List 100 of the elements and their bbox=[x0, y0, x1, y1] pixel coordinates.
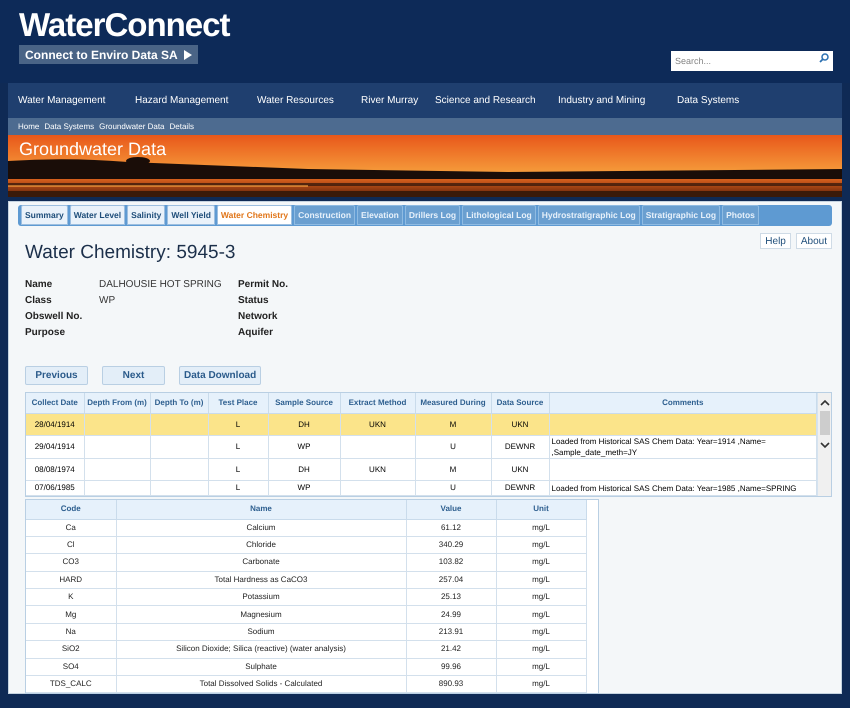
table-cell: mg/L bbox=[532, 679, 550, 688]
table-cell: 103.82 bbox=[438, 557, 464, 566]
chevron-up-icon[interactable] bbox=[820, 398, 830, 406]
table-cell: 25.13 bbox=[440, 592, 462, 602]
tab[interactable]: Water Level bbox=[70, 205, 126, 225]
table-cell: mg/L bbox=[532, 540, 550, 550]
table-row[interactable]: 29/04/1914 L WP U DEWNR Loaded from Historical SAS Chem Data: Year=1914 ,Name= ,Sample_date_meth=JY bbox=[26, 436, 816, 458]
table-cell: mg/L bbox=[532, 574, 550, 584]
logo[interactable]: WaterConnect bbox=[19, 6, 230, 44]
table-cell: HARD bbox=[59, 574, 82, 584]
table-cell: M bbox=[450, 464, 456, 474]
table-cell: 08/08/1974 bbox=[34, 464, 75, 474]
chevron-down-icon[interactable] bbox=[820, 440, 830, 448]
table-cell: mg/L bbox=[532, 627, 550, 636]
table-cell: 24.99 bbox=[440, 610, 462, 619]
nav-link[interactable]: Hazard Management bbox=[125, 93, 247, 108]
table-cell: DH bbox=[298, 420, 310, 428]
field-label: Permit No. bbox=[238, 278, 290, 292]
table-cell: Magnesium bbox=[240, 610, 282, 619]
field-value: DALHOUSIE HOT SPRING bbox=[99, 278, 223, 292]
breadcrumb-link[interactable]: Home bbox=[18, 120, 40, 132]
breadcrumb-link[interactable]: Details bbox=[170, 120, 194, 132]
table-cell: 28/04/1914 bbox=[34, 420, 75, 428]
table-cell: DEWNR bbox=[504, 483, 536, 492]
table-cell: mg/L bbox=[532, 662, 550, 671]
table-cell: Calcium bbox=[246, 522, 276, 532]
table-row[interactable]: 07/06/1985 L WP U DEWNR Loaded from Historical SAS Chem Data: Year=1985 ,Name=SPRING bbox=[26, 480, 816, 496]
column-header[interactable]: Name bbox=[116, 500, 406, 519]
table-cell: 21.42 bbox=[440, 644, 462, 654]
table-cell: mg/L bbox=[532, 557, 550, 566]
table-cell: mg/L bbox=[532, 522, 550, 532]
field-label: Status bbox=[238, 294, 270, 308]
tab[interactable]: Salinity bbox=[127, 205, 166, 225]
nav-link[interactable]: River Murray bbox=[351, 93, 425, 108]
table-row[interactable]: 08/08/1974 L DH UKN M UKN bbox=[26, 458, 816, 480]
table-cell: SiO2 bbox=[62, 644, 80, 654]
help-link[interactable]: Help bbox=[760, 233, 791, 249]
table-cell: DEWNR bbox=[504, 442, 536, 451]
banner-title: Groundwater Data bbox=[19, 138, 166, 161]
field-label: Name bbox=[25, 278, 54, 292]
table-cell: Cl bbox=[66, 540, 75, 550]
table-cell: Mg bbox=[65, 610, 76, 619]
scrollbar-thumb[interactable] bbox=[820, 410, 830, 434]
table-cell: Sodium bbox=[247, 627, 275, 636]
table-cell: Sulphate bbox=[245, 662, 277, 671]
table-cell: 340.29 bbox=[438, 540, 464, 550]
table-cell: Loaded from Historical SAS Chem Data: Year=1914 ,Name= ,Sample_date_meth=JY bbox=[552, 437, 766, 457]
scrollbar[interactable] bbox=[817, 392, 831, 496]
breadcrumb-link[interactable]: Groundwater Data bbox=[99, 120, 165, 132]
nav-link[interactable]: Water Resources bbox=[247, 93, 351, 108]
tab[interactable]: Water Chemistry bbox=[216, 205, 292, 225]
table-cell: UKN bbox=[512, 420, 528, 428]
table-row[interactable]: 28/04/1914 L DH UKN M UKN bbox=[26, 414, 816, 436]
breadcrumb-link[interactable]: Data Systems bbox=[44, 120, 94, 132]
tab[interactable]: Summary bbox=[21, 205, 68, 225]
table-cell: TDS_CALC bbox=[50, 679, 92, 688]
table-cell: DH bbox=[298, 464, 310, 474]
table-cell: Total Hardness as CaCO3 bbox=[214, 574, 308, 584]
field-value: WP bbox=[99, 294, 116, 308]
table-cell: 29/04/1914 bbox=[34, 442, 75, 451]
table-cell: 61.12 bbox=[440, 522, 462, 532]
table-cell: K bbox=[68, 592, 74, 602]
table-cell: Carbonate bbox=[242, 557, 280, 566]
field-label: Class bbox=[25, 294, 53, 308]
field-label: Network bbox=[238, 310, 278, 324]
table-cell: SO4 bbox=[62, 662, 79, 671]
table-cell: U bbox=[450, 442, 456, 451]
table-cell: L bbox=[236, 464, 240, 474]
table-cell: Loaded from Historical SAS Chem Data: Year=1985 ,Name=SPRING bbox=[552, 484, 797, 492]
table-cell: L bbox=[236, 420, 240, 428]
table-cell: 07/06/1985 bbox=[34, 483, 75, 492]
action-button[interactable]: Next bbox=[102, 366, 165, 384]
table-cell: mg/L bbox=[532, 610, 550, 619]
column-header[interactable]: Value bbox=[406, 500, 496, 519]
table-cell: WP bbox=[298, 483, 310, 492]
table-cell: L bbox=[236, 483, 240, 492]
table-cell: 890.93 bbox=[438, 679, 464, 688]
nav-link[interactable]: Water Management bbox=[8, 93, 125, 108]
action-button[interactable]: Data Download bbox=[179, 366, 262, 384]
search-field[interactable]: Search... bbox=[671, 51, 833, 71]
nav-link[interactable]: Science and Research bbox=[425, 93, 548, 108]
table-cell: Na bbox=[66, 627, 76, 636]
tab[interactable]: Well Yield bbox=[167, 205, 215, 225]
table-cell: L bbox=[236, 442, 240, 451]
table-cell: 257.04 bbox=[438, 574, 464, 584]
column-header[interactable]: Code bbox=[26, 500, 116, 519]
action-button[interactable]: Previous bbox=[25, 366, 88, 384]
table-cell: Chloride bbox=[246, 540, 276, 550]
table-cell: Silicon Dioxide; Silica (reactive) (water analysis) bbox=[176, 644, 346, 654]
table-cell: Ca bbox=[66, 522, 76, 532]
table-cell: Total Dissolved Solids - Calculated bbox=[200, 679, 322, 688]
nav-link[interactable]: Industry and Mining bbox=[548, 93, 667, 108]
field-label: Aquifer bbox=[238, 326, 274, 340]
table-cell: WP bbox=[298, 442, 310, 451]
nav-link[interactable]: Data Systems bbox=[667, 93, 767, 108]
table-cell: U bbox=[450, 483, 456, 492]
column-header[interactable]: Unit bbox=[496, 500, 586, 519]
search-icon[interactable] bbox=[819, 53, 829, 63]
connect-button[interactable]: Connect to Enviro Data SA bbox=[19, 45, 198, 64]
help-link[interactable]: About bbox=[796, 233, 832, 249]
